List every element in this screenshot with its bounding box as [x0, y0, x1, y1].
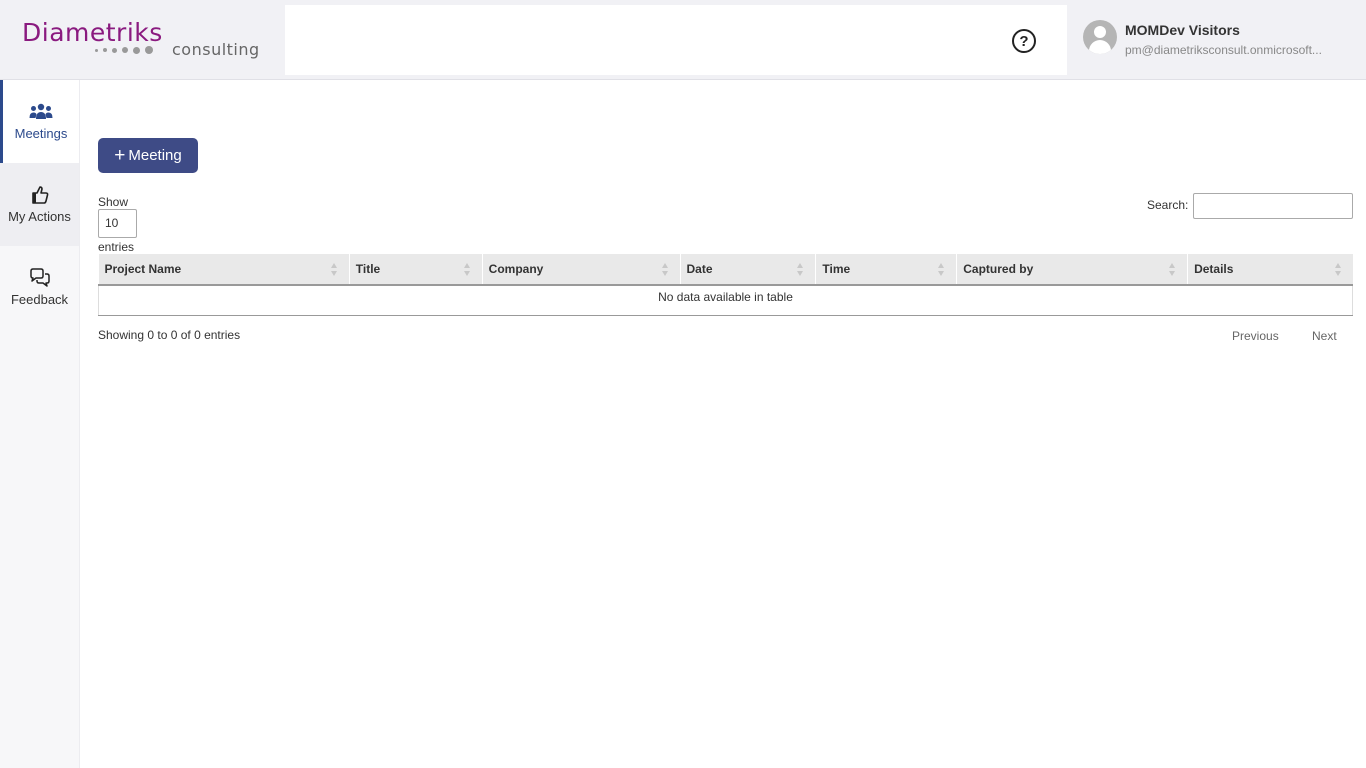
avatar: [1083, 20, 1117, 54]
table-row: No data available in table: [98, 285, 1353, 316]
thumbs-up-icon: [31, 186, 48, 204]
logo-sub-text: consulting: [172, 40, 260, 59]
column-header-captured-by[interactable]: Captured by: [956, 254, 1189, 286]
add-meeting-button[interactable]: + Meeting: [98, 138, 198, 173]
add-meeting-label: Meeting: [128, 147, 182, 164]
meetings-table: Project Name Title Company Date Time Cap…: [98, 254, 1353, 316]
sidebar-item-my-actions[interactable]: My Actions: [0, 163, 79, 246]
sidebar-item-label: My Actions: [8, 209, 71, 224]
column-header-company[interactable]: Company: [482, 254, 681, 286]
header-center-panel: [285, 5, 1067, 75]
sidebar-item-label: Feedback: [10, 292, 69, 307]
search-input[interactable]: [1193, 193, 1353, 219]
entries-label: entries: [98, 240, 135, 254]
sort-icon: [463, 263, 470, 277]
sort-icon: [797, 263, 804, 277]
sort-icon: [330, 263, 337, 277]
user-profile[interactable]: MOMDev Visitors pm@diametriksconsult.onm…: [1083, 18, 1353, 62]
column-header-time[interactable]: Time: [815, 254, 958, 286]
empty-table-message: No data available in table: [98, 285, 1353, 316]
search-label: Search:: [1147, 198, 1189, 212]
sort-icon: [938, 263, 945, 277]
help-symbol: ?: [1019, 32, 1029, 50]
help-icon[interactable]: ?: [1012, 29, 1036, 53]
chat-bubbles-icon: [29, 268, 50, 287]
sort-icon: [1169, 263, 1176, 277]
sidebar: Meetings My Actions Feedback: [0, 80, 80, 768]
sort-icon: [661, 263, 668, 277]
column-header-date[interactable]: Date: [680, 254, 817, 286]
logo-main-text: Diametriks: [22, 18, 163, 47]
sidebar-item-label: Meetings: [14, 126, 68, 141]
sidebar-item-meetings[interactable]: Meetings: [0, 80, 79, 163]
user-email: pm@diametriksconsult.onmicrosoft...: [1125, 43, 1322, 57]
plus-icon: +: [114, 145, 126, 166]
column-header-title[interactable]: Title: [349, 254, 483, 286]
show-label: Show: [98, 195, 129, 209]
user-name: MOMDev Visitors: [1125, 22, 1240, 38]
next-page-button[interactable]: Next: [1312, 329, 1337, 343]
previous-page-button[interactable]: Previous: [1232, 329, 1279, 343]
column-header-details[interactable]: Details: [1187, 254, 1353, 286]
sort-icon: [1334, 263, 1341, 277]
company-logo[interactable]: Diametriks consulting: [22, 18, 267, 62]
logo-dots: [95, 46, 153, 54]
column-header-project-name[interactable]: Project Name: [98, 254, 350, 286]
top-header: Diametriks consulting ? MOMDev Visitors …: [0, 0, 1366, 80]
sidebar-item-feedback[interactable]: Feedback: [0, 246, 79, 329]
people-group-icon: [29, 103, 53, 119]
entries-per-page-select[interactable]: 10: [98, 209, 137, 238]
table-info: Showing 0 to 0 of 0 entries: [98, 328, 241, 342]
